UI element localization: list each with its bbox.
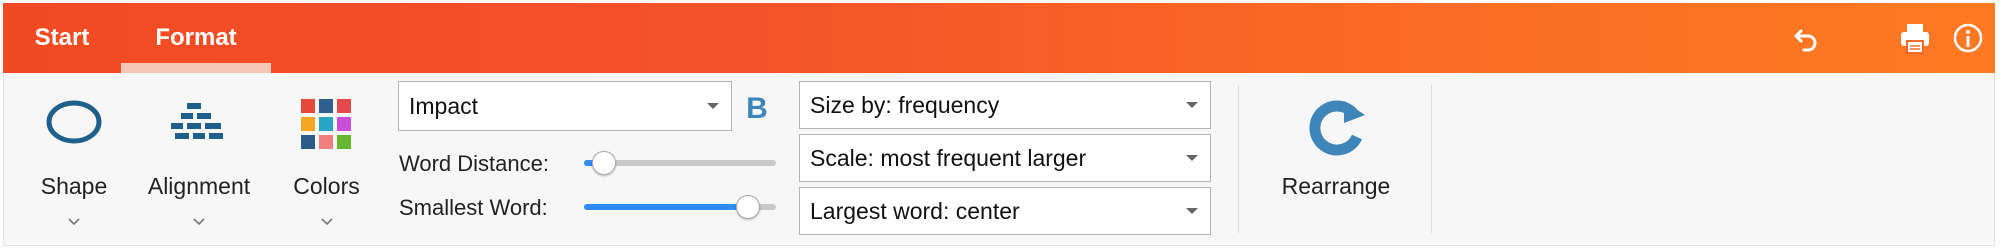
info-icon[interactable] (1947, 17, 1989, 59)
largest-word-value: Largest word: center (810, 197, 1020, 224)
smallest-word-label: Smallest Word: (399, 195, 548, 220)
word-distance-slider[interactable] (584, 151, 776, 175)
print-icon[interactable] (1894, 17, 1936, 59)
tab-start-label: Start (34, 24, 90, 51)
scale-value: Scale: most frequent larger (810, 144, 1087, 171)
tab-start[interactable]: Start (3, 3, 121, 73)
alignment-button[interactable]: Alignment (139, 73, 259, 245)
rearrange-button[interactable]: Rearrange (1266, 73, 1406, 245)
smallest-word-fill (584, 204, 748, 210)
separator (1431, 85, 1432, 233)
dropdown-arrow-icon (1186, 155, 1198, 161)
separator (1238, 85, 1239, 233)
chevron-down-icon (66, 213, 82, 231)
color-palette-icon (299, 97, 355, 158)
refresh-icon (1301, 93, 1371, 168)
alignment-bricks-icon (167, 97, 231, 152)
format-toolbar: Shape Alignment Colors Impact B Word Dis… (4, 73, 1994, 245)
colors-label: Colors (293, 173, 360, 199)
dropdown-arrow-icon (1186, 208, 1198, 214)
smallest-word-slider[interactable] (584, 195, 776, 219)
font-select-value: Impact (409, 92, 479, 119)
ribbon-tab-bar: Start Format (3, 3, 1995, 73)
shape-label: Shape (40, 173, 108, 199)
size-by-select[interactable]: Size by: frequency (799, 81, 1211, 129)
chevron-down-icon (319, 213, 335, 231)
undo-icon[interactable] (1786, 17, 1828, 59)
bold-button[interactable]: B (741, 88, 773, 130)
ellipse-icon (44, 97, 104, 152)
largest-word-select[interactable]: Largest word: center (799, 187, 1211, 235)
tab-format-label: Format (155, 24, 237, 51)
smallest-word-thumb[interactable] (736, 195, 761, 219)
dropdown-arrow-icon (1186, 102, 1198, 108)
word-distance-label: Word Distance: (399, 151, 549, 176)
scale-select[interactable]: Scale: most frequent larger (799, 134, 1211, 182)
chevron-down-icon (191, 213, 207, 231)
active-tab-indicator (121, 63, 271, 73)
dropdown-arrow-icon (707, 103, 719, 109)
shape-button[interactable]: Shape (19, 73, 129, 245)
font-select[interactable]: Impact (398, 81, 732, 131)
tab-format[interactable]: Format (121, 3, 271, 73)
alignment-label: Alignment (147, 173, 251, 199)
colors-button[interactable]: Colors (274, 73, 379, 245)
bold-label: B (746, 92, 768, 125)
size-by-value: Size by: frequency (810, 91, 1000, 118)
rearrange-label: Rearrange (1281, 173, 1391, 199)
word-distance-thumb[interactable] (592, 151, 617, 175)
